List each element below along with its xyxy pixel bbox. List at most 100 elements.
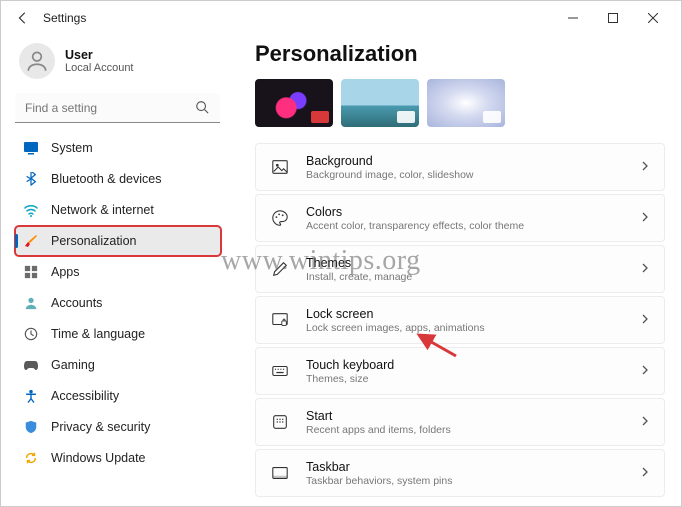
back-button[interactable] <box>9 4 37 32</box>
sidebar-item-label: Accounts <box>51 296 102 310</box>
gaming-icon <box>23 357 39 373</box>
system-icon <box>23 140 39 156</box>
palette-icon <box>270 208 290 228</box>
user-subtitle: Local Account <box>65 62 134 74</box>
sidebar-item-apps[interactable]: Apps <box>15 257 221 287</box>
wifi-icon <box>23 202 39 218</box>
close-icon <box>648 13 658 23</box>
minimize-icon <box>568 13 578 23</box>
image-icon <box>270 157 290 177</box>
card-body: Themes Install, create, manage <box>306 256 640 283</box>
sidebar-item-time-language[interactable]: Time & language <box>15 319 221 349</box>
card-body: Lock screen Lock screen images, apps, an… <box>306 307 640 334</box>
sidebar-item-label: Time & language <box>51 327 145 341</box>
chevron-right-icon <box>640 260 650 278</box>
card-title: Background <box>306 154 640 168</box>
card-title: Taskbar <box>306 460 640 474</box>
nav-list: System Bluetooth & devices Network & int… <box>15 133 221 473</box>
chevron-right-icon <box>640 209 650 227</box>
sidebar: User Local Account System Bluetooth & de… <box>1 35 231 506</box>
card-touch-keyboard[interactable]: Touch keyboard Themes, size <box>255 347 665 395</box>
card-subtitle: Accent color, transparency effects, colo… <box>306 220 640 232</box>
card-title: Touch keyboard <box>306 358 640 372</box>
sidebar-item-label: Windows Update <box>51 451 146 465</box>
card-colors[interactable]: Colors Accent color, transparency effect… <box>255 194 665 242</box>
maximize-icon <box>608 13 618 23</box>
user-block[interactable]: User Local Account <box>19 43 221 79</box>
theme-thumbnail[interactable] <box>255 79 333 127</box>
theme-thumbnail[interactable] <box>341 79 419 127</box>
window-controls <box>553 4 673 32</box>
sidebar-item-label: Privacy & security <box>51 420 150 434</box>
sidebar-item-label: Apps <box>51 265 80 279</box>
search-icon <box>195 100 209 119</box>
sidebar-item-privacy[interactable]: Privacy & security <box>15 412 221 442</box>
sidebar-item-label: System <box>51 141 93 155</box>
start-icon <box>270 412 290 432</box>
maximize-button[interactable] <box>593 4 633 32</box>
sidebar-item-network[interactable]: Network & internet <box>15 195 221 225</box>
sidebar-item-bluetooth[interactable]: Bluetooth & devices <box>15 164 221 194</box>
card-start[interactable]: Start Recent apps and items, folders <box>255 398 665 446</box>
person-icon <box>24 48 50 74</box>
theme-thumbnail[interactable] <box>427 79 505 127</box>
paintbrush-icon <box>23 233 39 249</box>
card-themes[interactable]: Themes Install, create, manage <box>255 245 665 293</box>
thumb-accent <box>311 111 329 123</box>
card-title: Lock screen <box>306 307 640 321</box>
sidebar-item-label: Network & internet <box>51 203 154 217</box>
sidebar-item-system[interactable]: System <box>15 133 221 163</box>
arrow-left-icon <box>16 11 30 25</box>
card-subtitle: Install, create, manage <box>306 271 640 283</box>
sidebar-item-label: Accessibility <box>51 389 119 403</box>
sidebar-item-gaming[interactable]: Gaming <box>15 350 221 380</box>
lock-screen-icon <box>270 310 290 330</box>
card-lock-screen[interactable]: Lock screen Lock screen images, apps, an… <box>255 296 665 344</box>
sidebar-item-label: Gaming <box>51 358 95 372</box>
keyboard-icon <box>270 361 290 381</box>
chevron-right-icon <box>640 362 650 380</box>
avatar <box>19 43 55 79</box>
minimize-button[interactable] <box>553 4 593 32</box>
settings-cards: Background Background image, color, slid… <box>255 143 665 497</box>
card-subtitle: Themes, size <box>306 373 640 385</box>
card-taskbar[interactable]: Taskbar Taskbar behaviors, system pins <box>255 449 665 497</box>
card-subtitle: Taskbar behaviors, system pins <box>306 475 640 487</box>
titlebar: Settings <box>1 1 681 35</box>
user-name: User <box>65 48 134 62</box>
card-body: Start Recent apps and items, folders <box>306 409 640 436</box>
sidebar-item-personalization[interactable]: Personalization <box>15 226 221 256</box>
card-background[interactable]: Background Background image, color, slid… <box>255 143 665 191</box>
bluetooth-icon <box>23 171 39 187</box>
card-subtitle: Recent apps and items, folders <box>306 424 640 436</box>
window-title: Settings <box>43 11 553 25</box>
card-body: Background Background image, color, slid… <box>306 154 640 181</box>
card-title: Colors <box>306 205 640 219</box>
card-body: Colors Accent color, transparency effect… <box>306 205 640 232</box>
card-title: Themes <box>306 256 640 270</box>
card-subtitle: Background image, color, slideshow <box>306 169 640 181</box>
taskbar-icon <box>270 463 290 483</box>
close-button[interactable] <box>633 4 673 32</box>
card-subtitle: Lock screen images, apps, animations <box>306 322 640 334</box>
user-text: User Local Account <box>65 48 134 74</box>
chevron-right-icon <box>640 311 650 329</box>
thumb-accent <box>483 111 501 123</box>
accessibility-icon <box>23 388 39 404</box>
theme-thumbnails <box>255 79 665 127</box>
apps-icon <box>23 264 39 280</box>
sidebar-item-accessibility[interactable]: Accessibility <box>15 381 221 411</box>
pen-icon <box>270 259 290 279</box>
chevron-right-icon <box>640 464 650 482</box>
search-input[interactable] <box>15 93 220 123</box>
sidebar-item-label: Personalization <box>51 234 136 248</box>
main-content: Personalization Background Background im… <box>231 35 681 506</box>
clock-icon <box>23 326 39 342</box>
page-title: Personalization <box>255 41 665 67</box>
sidebar-item-windows-update[interactable]: Windows Update <box>15 443 221 473</box>
sidebar-item-accounts[interactable]: Accounts <box>15 288 221 318</box>
chevron-right-icon <box>640 158 650 176</box>
search-wrap <box>15 93 221 123</box>
card-body: Taskbar Taskbar behaviors, system pins <box>306 460 640 487</box>
accounts-icon <box>23 295 39 311</box>
